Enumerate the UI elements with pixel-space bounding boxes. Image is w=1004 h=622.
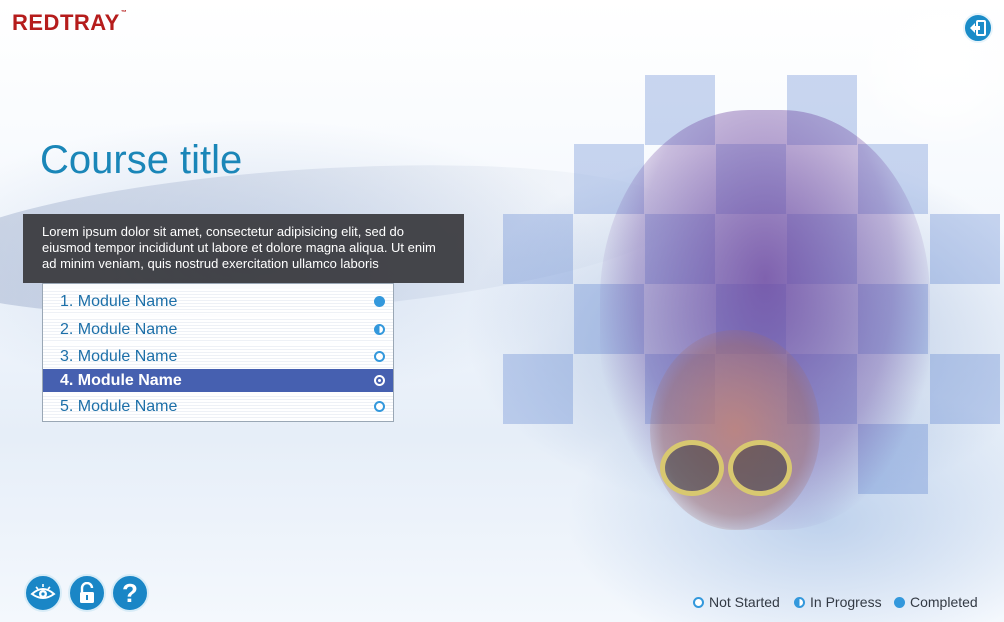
background-tile (503, 354, 573, 424)
in-progress-status-icon (374, 324, 385, 335)
module-label: 1. Module Name (60, 293, 178, 310)
lock-button[interactable] (68, 574, 106, 612)
view-button[interactable] (24, 574, 62, 612)
help-button[interactable]: ? (111, 574, 149, 612)
module-label: 5. Module Name (60, 398, 178, 415)
background-tile (503, 214, 573, 284)
course-title: Course title (40, 138, 243, 182)
module-item-3[interactable]: 3. Module Name (43, 344, 393, 369)
exit-icon (970, 20, 986, 36)
eye-icon (30, 584, 56, 599)
completed-legend-icon (894, 596, 905, 608)
goggle-lens (728, 440, 792, 496)
in-progress-legend-icon (794, 596, 805, 608)
legend-label: Not Started (709, 594, 780, 610)
legend-label: In Progress (810, 594, 882, 610)
legend-label: Completed (910, 594, 978, 610)
lock-icon (80, 582, 94, 603)
not-started-status-icon (374, 375, 385, 386)
not-started-status-icon (374, 351, 385, 362)
legend-not-started: Not Started (693, 594, 780, 610)
module-item-2[interactable]: 2. Module Name (43, 317, 393, 342)
module-item-1[interactable]: 1. Module Name (43, 289, 393, 314)
module-item-5[interactable]: 5. Module Name (43, 394, 393, 419)
course-description: Lorem ipsum dolor sit amet, consectetur … (23, 214, 464, 283)
exit-button[interactable] (963, 13, 993, 43)
module-list: 1. Module Name 2. Module Name 3. Module … (42, 283, 394, 422)
redtray-logo: REDTRAY™ (12, 10, 127, 36)
module-item-4[interactable]: 4. Module Name (43, 369, 393, 392)
logo-text: REDTRAY (12, 10, 120, 35)
legend-in-progress: In Progress (794, 594, 882, 610)
module-label: 3. Module Name (60, 348, 178, 365)
not-started-legend-icon (693, 596, 704, 608)
skydiver-face (650, 330, 820, 530)
trademark-symbol: ™ (120, 10, 128, 16)
background-tile (930, 214, 1000, 284)
not-started-status-icon (374, 401, 385, 412)
module-label: 2. Module Name (60, 321, 178, 338)
background-tile (930, 354, 1000, 424)
legend-completed: Completed (894, 594, 978, 610)
help-icon: ? (122, 577, 138, 608)
module-label: 4. Module Name (60, 372, 182, 389)
goggle-lens (660, 440, 724, 496)
completed-status-icon (374, 296, 385, 307)
